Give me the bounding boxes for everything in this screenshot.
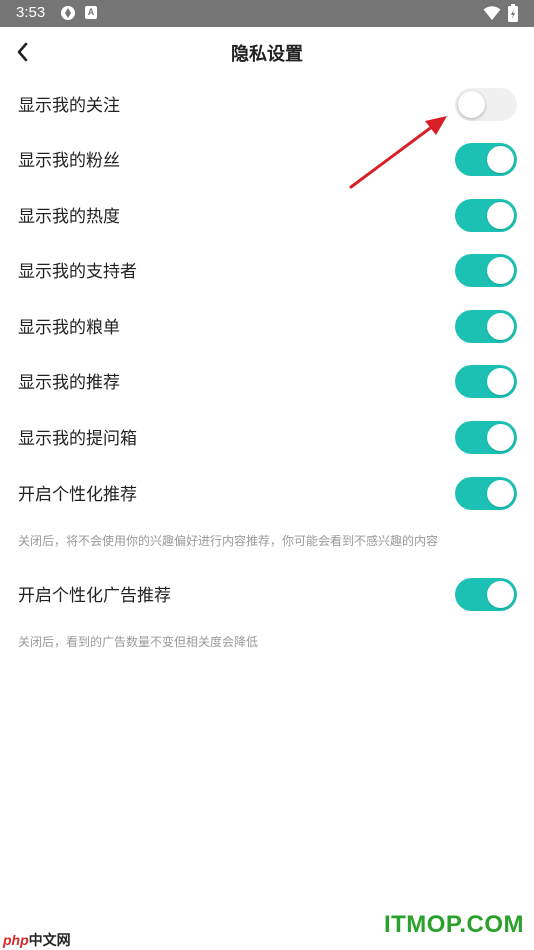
setting-row-show-heat: 显示我的热度	[0, 187, 534, 243]
toggle-knob	[487, 480, 514, 507]
setting-row-show-lists: 显示我的粮单	[0, 298, 534, 354]
show-recommendations-toggle[interactable]	[455, 365, 517, 398]
annotation-arrow-icon	[349, 116, 447, 189]
toggle-knob	[487, 581, 514, 608]
setting-label: 显示我的提问箱	[18, 429, 137, 449]
app-notification-icon	[61, 6, 75, 20]
personalized-recommendations-note: 关闭后，将不会使用你的兴趣偏好进行内容推荐，你可能会看到不感兴趣的内容	[18, 534, 439, 548]
show-fans-toggle[interactable]	[455, 143, 517, 176]
page-title: 隐私设置	[231, 44, 303, 65]
show-following-toggle[interactable]	[455, 88, 517, 121]
toggle-knob	[458, 91, 485, 118]
setting-label: 显示我的热度	[18, 207, 120, 227]
toggle-knob	[487, 202, 514, 229]
setting-label: 显示我的粮单	[18, 318, 120, 338]
toggle-knob	[487, 257, 514, 284]
show-question-box-toggle[interactable]	[455, 421, 517, 454]
setting-row-personalized-ads: 开启个性化广告推荐	[0, 566, 534, 622]
header: 隐私设置	[0, 27, 534, 77]
setting-label: 显示我的推荐	[18, 373, 120, 393]
watermark-php-cn: php中文网	[3, 930, 71, 950]
toggle-knob	[487, 146, 514, 173]
watermark-zhongwenwang: 中文网	[28, 932, 71, 948]
setting-label: 显示我的关注	[18, 96, 120, 116]
personalized-recommendations-toggle[interactable]	[455, 477, 517, 510]
personalized-ads-note: 关闭后，看到的广告数量不变但相关度会降低	[18, 635, 259, 649]
show-heat-toggle[interactable]	[455, 199, 517, 232]
setting-row-show-recommendations: 显示我的推荐	[0, 353, 534, 409]
setting-row-personalized-recommendations: 开启个性化推荐	[0, 465, 534, 521]
toggle-knob	[487, 313, 514, 340]
setting-label: 开启个性化推荐	[18, 485, 137, 505]
setting-label: 开启个性化广告推荐	[18, 586, 171, 606]
watermark-php: php	[3, 932, 29, 948]
setting-row-show-supporters: 显示我的支持者	[0, 242, 534, 298]
toggle-knob	[487, 368, 514, 395]
status-bar: 3:53 A	[0, 0, 534, 27]
battery-charging-icon	[508, 4, 518, 22]
setting-label: 显示我的支持者	[18, 262, 137, 282]
show-lists-toggle[interactable]	[455, 310, 517, 343]
a-badge-icon: A	[85, 6, 97, 19]
personalized-ads-toggle[interactable]	[455, 578, 517, 611]
status-time: 3:53	[16, 4, 46, 21]
setting-row-show-question-box: 显示我的提问箱	[0, 409, 534, 465]
watermark-itmop: ITMOP.COM	[383, 911, 524, 938]
setting-label: 显示我的粉丝	[18, 151, 120, 171]
wifi-icon	[483, 6, 501, 20]
show-supporters-toggle[interactable]	[455, 254, 517, 287]
toggle-knob	[487, 424, 514, 451]
